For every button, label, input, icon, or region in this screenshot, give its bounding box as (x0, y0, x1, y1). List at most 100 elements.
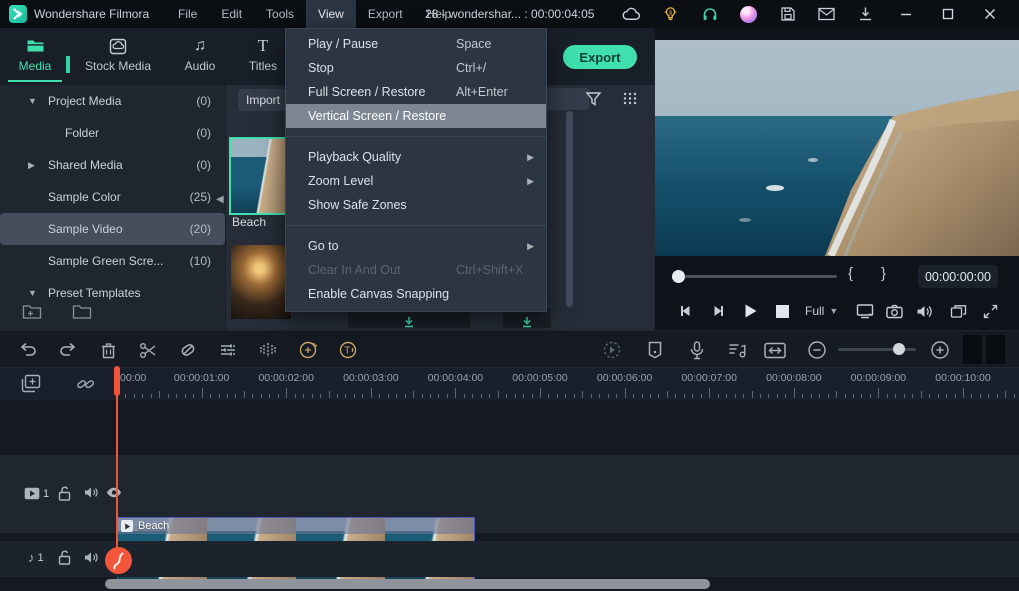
sidebar-item-sample-color[interactable]: Sample Color (25) (0, 181, 225, 213)
picture-in-picture-icon[interactable] (945, 298, 971, 324)
tree-item-label: Project Media (48, 94, 122, 108)
tree-arrow-icon[interactable]: ▶ (28, 149, 35, 181)
menu-item-playback-quality[interactable]: Playback Quality ▶ (286, 145, 546, 169)
snapshot-camera-icon[interactable] (881, 298, 907, 324)
lock-icon[interactable] (58, 550, 71, 565)
menu-item-go-to[interactable]: Go to ▶ (286, 234, 546, 258)
sidebar-item-folder[interactable]: Folder (0) (0, 117, 225, 149)
delete-icon[interactable] (96, 338, 120, 362)
menu-item-clear-in-and-out: Clear In And Out Ctrl+Shift+X (308, 263, 524, 277)
mark-in-button[interactable]: { (848, 265, 853, 282)
hide-track-eye-icon[interactable] (106, 487, 122, 498)
scrubber-track[interactable] (685, 275, 837, 278)
menu-item-enable-canvas-snapping[interactable]: Enable Canvas Snapping (286, 282, 546, 306)
play-on-tv-icon[interactable] (852, 298, 878, 324)
collapse-panel-icon[interactable]: ◀ (216, 194, 224, 205)
tips-bulb-icon[interactable]: $ (651, 0, 690, 28)
support-headset-icon[interactable] (690, 0, 729, 28)
undo-icon[interactable] (16, 338, 40, 362)
panel-toggle-left[interactable] (963, 335, 982, 364)
cloud-icon[interactable] (612, 0, 651, 28)
next-frame-button[interactable] (705, 298, 731, 324)
audio-mixer-icon[interactable] (725, 338, 749, 362)
stop-button[interactable] (769, 298, 795, 324)
tree-item-label: Sample Green Scre... (48, 254, 164, 268)
render-preview-icon[interactable] (600, 338, 624, 362)
timeline-zoom-knob[interactable] (893, 343, 905, 355)
filter-icon[interactable] (584, 89, 603, 108)
crop-icon[interactable] (176, 338, 200, 362)
previous-frame-button[interactable] (673, 298, 699, 324)
playhead-line[interactable] (116, 368, 118, 550)
fullscreen-icon[interactable] (977, 298, 1003, 324)
timeline-horizontal-scrollbar[interactable] (105, 579, 710, 589)
tree-arrow-icon[interactable]: ▼ (28, 85, 37, 117)
voiceover-mic-icon[interactable] (685, 338, 709, 362)
color-adjust-icon[interactable] (216, 338, 240, 362)
menubar-item-view[interactable]: View (306, 0, 356, 28)
panel-toggle-right[interactable] (986, 335, 1005, 364)
menu-separator (286, 217, 546, 234)
media-folder-icon (8, 36, 62, 56)
menu-item-full-screen[interactable]: Full Screen / Restore Alt+Enter (286, 80, 546, 104)
play-button[interactable] (737, 298, 763, 324)
sidebar-item-project-media[interactable]: ▼ Project Media (0) (0, 85, 225, 117)
redo-icon[interactable] (56, 338, 80, 362)
delete-folder-icon[interactable] (72, 304, 92, 320)
playhead-handle[interactable] (105, 547, 132, 574)
speed-ramp-icon[interactable] (296, 338, 320, 362)
menu-separator (286, 128, 546, 145)
mark-out-button[interactable]: } (881, 265, 886, 282)
avatar[interactable] (729, 0, 768, 28)
minimize-icon[interactable] (885, 0, 927, 28)
volume-icon[interactable] (911, 298, 937, 324)
menu-item-play-pause[interactable]: Play / Pause Space (286, 32, 546, 56)
playback-quality-select[interactable]: Full ▼ (805, 298, 838, 324)
mute-speaker-icon[interactable] (84, 551, 99, 564)
new-folder-icon[interactable] (22, 304, 42, 320)
scrubber-handle[interactable] (672, 270, 685, 283)
menubar-item-tools[interactable]: Tools (254, 0, 306, 28)
app-title: Wondershare Filmora (34, 7, 150, 21)
menu-item-stop[interactable]: Stop Ctrl+/ (286, 56, 546, 80)
marker-icon[interactable] (643, 338, 667, 362)
split-scissors-icon[interactable] (136, 338, 160, 362)
tab-media[interactable]: Media (8, 36, 62, 82)
media-item-beach[interactable] (229, 137, 293, 215)
sidebar-item-sample-video[interactable]: Sample Video (20) (0, 213, 225, 245)
sidebar-item-shared-media[interactable]: ▶ Shared Media (0) (0, 149, 225, 181)
search-input[interactable] (546, 88, 589, 110)
zoom-out-icon[interactable] (805, 338, 829, 362)
menubar-item-file[interactable]: File (166, 0, 209, 28)
menu-item-vertical-screen[interactable]: Vertical Screen / Restore (286, 104, 546, 128)
grid-view-icon[interactable] (621, 89, 639, 107)
video-track-number: 1 (43, 487, 50, 500)
media-item-2[interactable] (231, 245, 291, 319)
sidebar-item-sample-green-scre-[interactable]: Sample Green Scre... (10) (0, 245, 225, 277)
tab-titles[interactable]: T Titles (240, 36, 286, 73)
tab-audio[interactable]: ♫ Audio (172, 36, 228, 73)
mute-speaker-icon[interactable] (84, 486, 99, 499)
view-menu-dropdown: Play / Pause Space Stop Ctrl+/ Full Screen… (285, 28, 547, 312)
import-button[interactable]: Import (238, 89, 288, 111)
menubar-item-export[interactable]: Export (356, 0, 415, 28)
text-to-speech-icon[interactable]: T (336, 338, 360, 362)
tab-stock-media[interactable]: Stock Media (80, 36, 156, 73)
media-panel-scrollbar[interactable] (566, 111, 573, 307)
close-icon[interactable] (969, 0, 1011, 28)
fit-timeline-icon[interactable] (763, 338, 787, 362)
maximize-icon[interactable] (927, 0, 969, 28)
link-icon[interactable] (76, 375, 95, 393)
export-button[interactable]: Export (563, 45, 637, 69)
save-icon[interactable] (768, 0, 807, 28)
menu-item-zoom-level[interactable]: Zoom Level ▶ (286, 169, 546, 193)
menubar-item-edit[interactable]: Edit (209, 0, 254, 28)
manage-tracks-icon[interactable] (20, 373, 42, 394)
zoom-in-icon[interactable] (928, 338, 952, 362)
menu-item-show-safe-zones[interactable]: Show Safe Zones (286, 193, 546, 217)
download-icon[interactable] (846, 0, 885, 28)
email-icon[interactable] (807, 0, 846, 28)
lock-icon[interactable] (58, 486, 71, 501)
audio-track-icon: ♪ 1 (28, 550, 44, 565)
keyframe-icon[interactable] (256, 338, 280, 362)
